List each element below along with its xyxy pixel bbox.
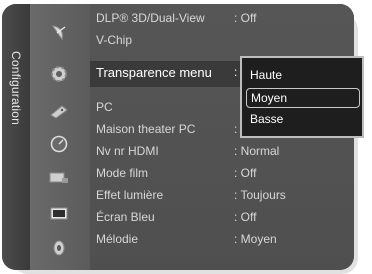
- menu-item-value: : Off: [234, 11, 257, 25]
- menu-item-label: Effet lumière: [96, 188, 164, 202]
- menu-item-value: : Off: [234, 166, 257, 180]
- menu-item-melodie[interactable]: Mélodie : Moyen: [90, 229, 354, 251]
- clock-icon[interactable]: [46, 134, 72, 154]
- menu-item-ecran-bleu[interactable]: Écran Bleu : Off: [90, 207, 354, 229]
- menu-item-hdmi-level[interactable]: Nv nr HDMI : Normal: [90, 141, 354, 163]
- menu-item-label: Mode film: [96, 166, 149, 180]
- input-source-icon[interactable]: [46, 168, 72, 188]
- menu-item-value: : Normal: [234, 144, 280, 158]
- dropdown-option-moyen[interactable]: Moyen: [246, 88, 360, 108]
- dropdown-option-haute[interactable]: Haute: [246, 66, 360, 86]
- menu-item-mode-film[interactable]: Mode film : Off: [90, 163, 354, 185]
- menu-item-value: : Moyen: [234, 232, 277, 246]
- menu-item-value: : Off: [234, 210, 257, 224]
- menu-item-value: :: [234, 65, 238, 79]
- menu-item-v-chip[interactable]: V-Chip: [90, 30, 354, 52]
- menu-item-label: Maison theater PC: [96, 122, 196, 136]
- icon-column: [30, 4, 90, 270]
- category-tab[interactable]: Configuration: [2, 4, 30, 270]
- menu-item-label: Mélodie: [96, 232, 139, 246]
- menu-item-value: : Toujours: [234, 188, 286, 202]
- menu-item-value: :: [234, 122, 238, 136]
- menu-item-label: DLP® 3D/Dual-View: [96, 11, 205, 25]
- menu-item-label: Transparence menu: [96, 65, 212, 80]
- picture-icon[interactable]: [46, 204, 72, 224]
- remote-control-icon[interactable]: [46, 102, 72, 122]
- satellite-dish-icon[interactable]: [46, 22, 72, 42]
- menu-item-dlp-3d[interactable]: DLP® 3D/Dual-View : Off: [90, 8, 354, 30]
- menu-item-label: PC: [96, 100, 113, 114]
- gear-icon[interactable]: [46, 64, 72, 84]
- transparence-dropdown[interactable]: Haute Moyen Basse: [240, 56, 364, 138]
- category-label: Configuration: [9, 51, 23, 125]
- osd-menu: Configuration DLP® 3D/Dual-View: Off V-…: [0, 0, 372, 274]
- dropdown-option-basse[interactable]: Basse: [246, 110, 360, 130]
- menu-item-effet-lumiere[interactable]: Effet lumière : Toujours: [90, 185, 354, 207]
- menu-item-label: V-Chip: [96, 33, 133, 47]
- menu-item-label: Nv nr HDMI: [96, 144, 159, 158]
- menu-item-label: Écran Bleu: [96, 210, 155, 224]
- sound-icon[interactable]: [46, 238, 72, 258]
